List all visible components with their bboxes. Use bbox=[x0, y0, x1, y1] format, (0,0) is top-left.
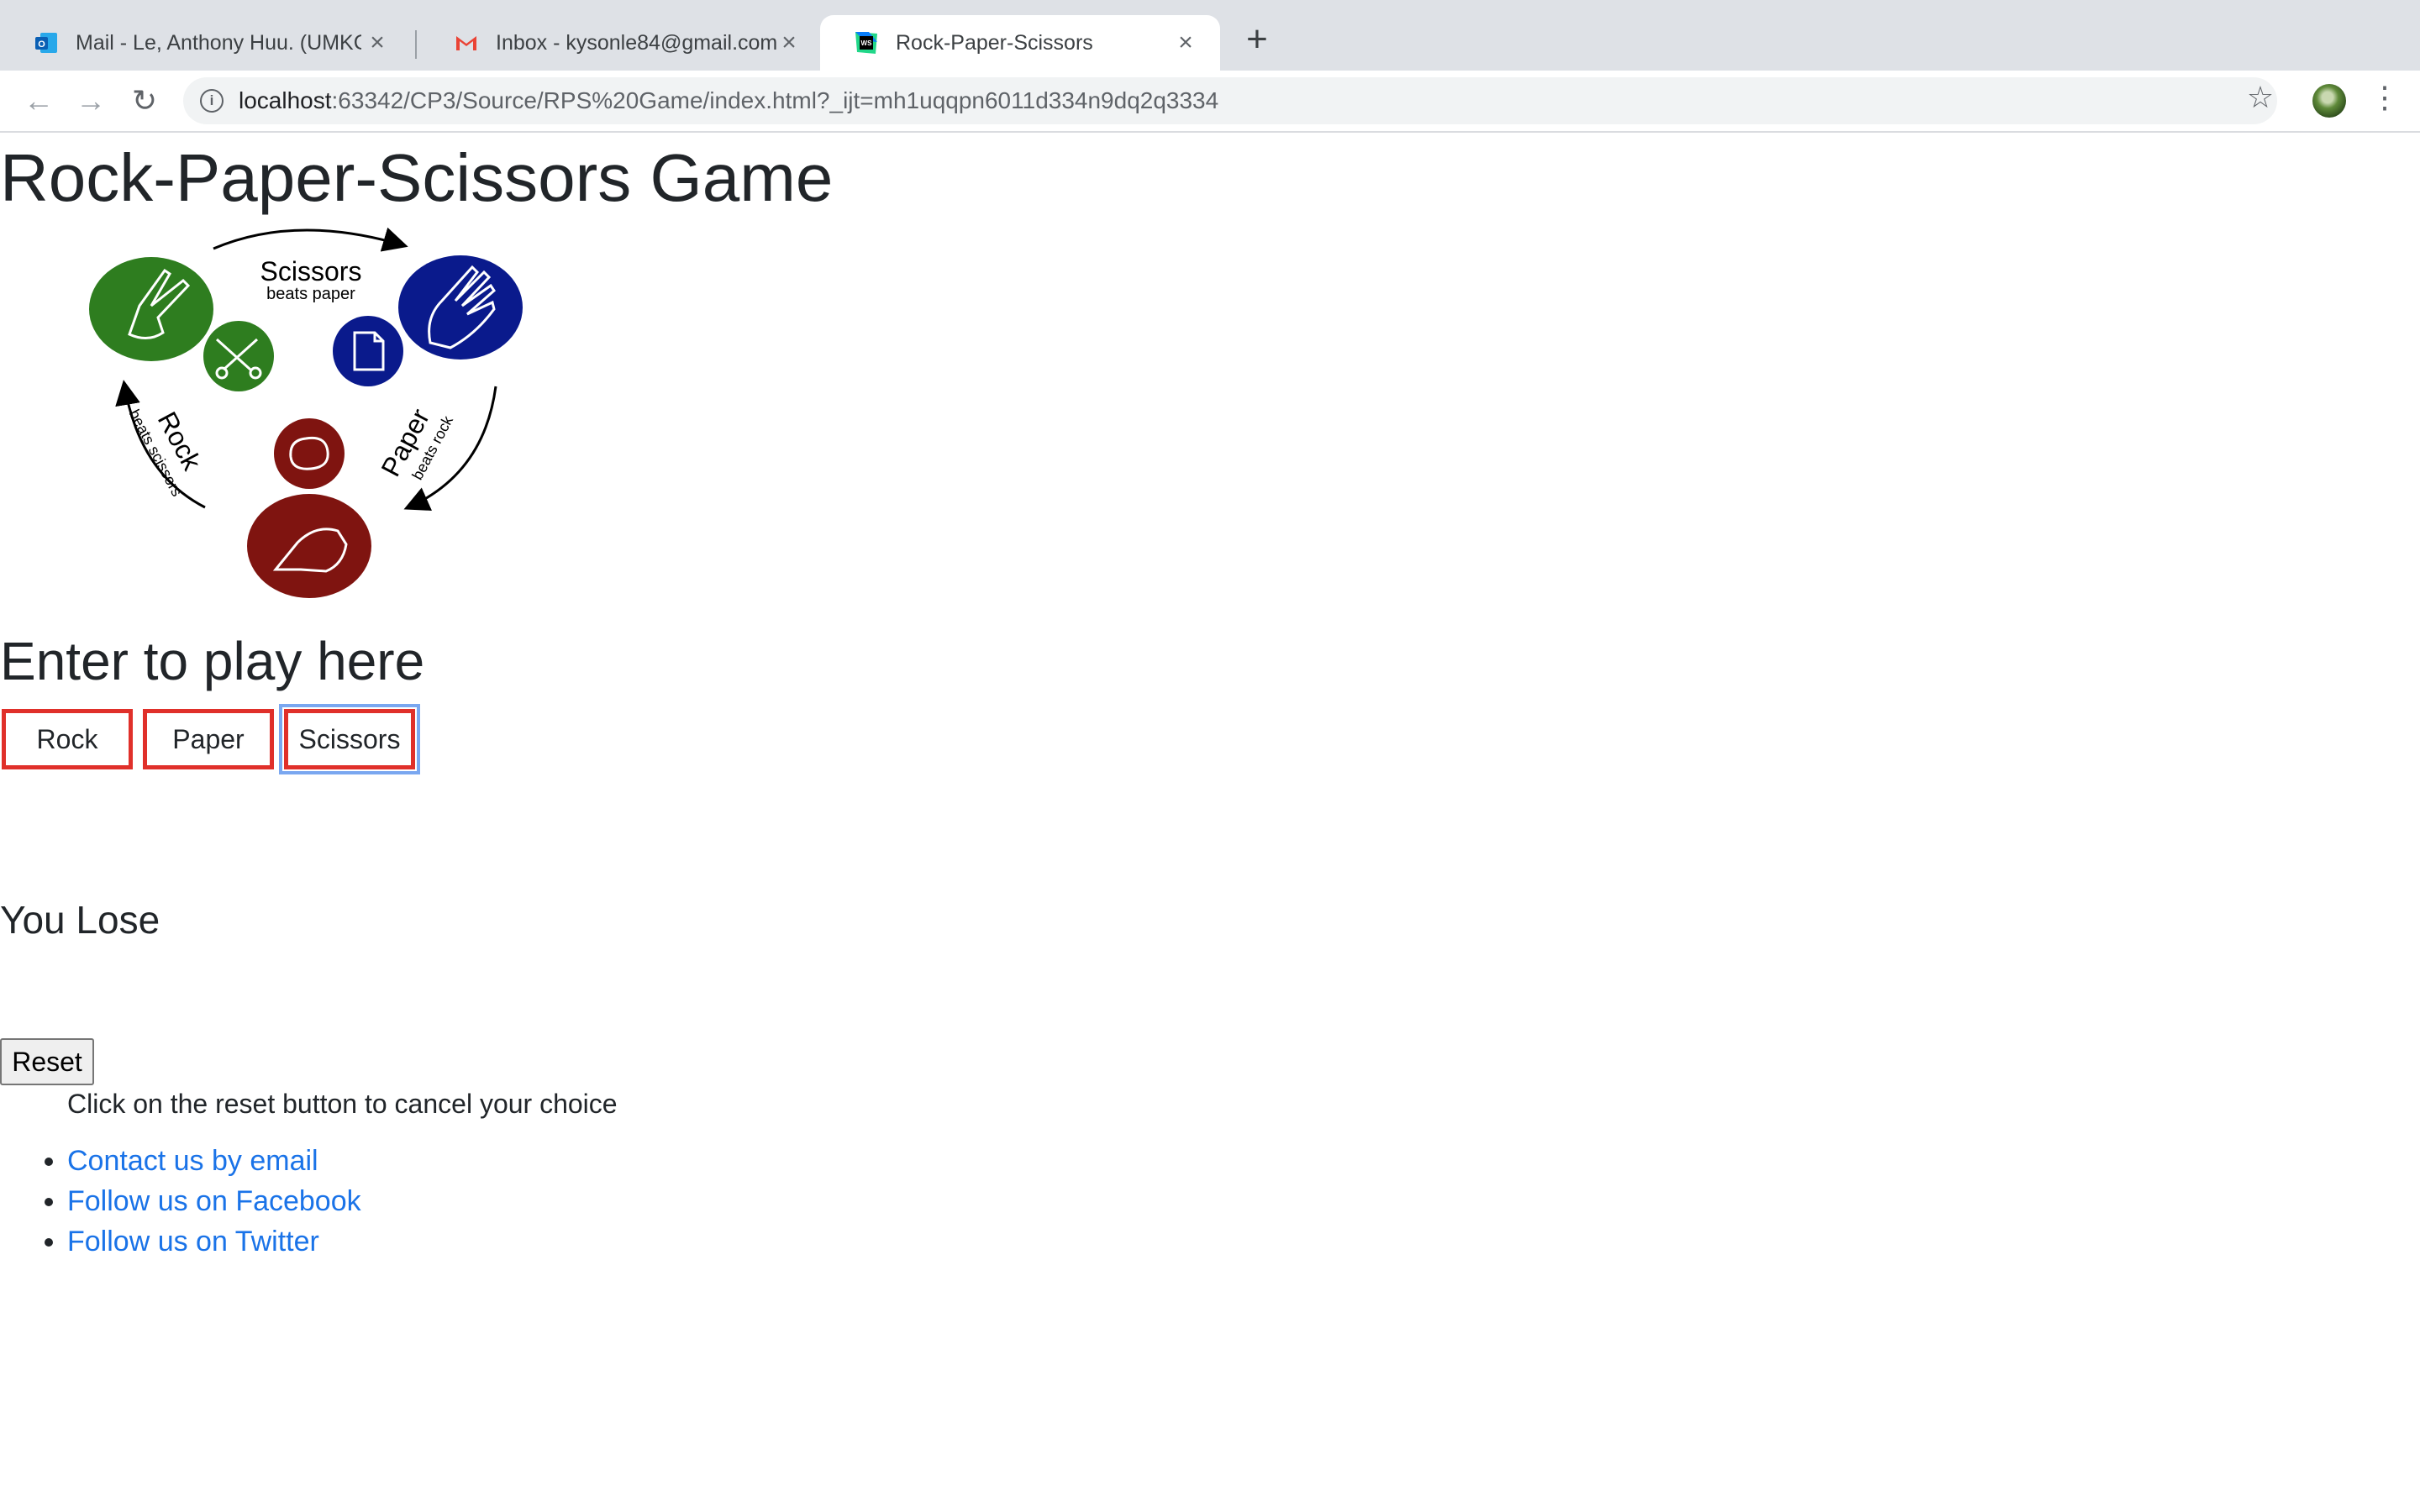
facebook-link[interactable]: Follow us on Facebook bbox=[67, 1185, 361, 1217]
rock-fist-icon bbox=[247, 494, 371, 598]
url-host: localhost bbox=[239, 87, 332, 113]
close-icon[interactable]: × bbox=[1171, 29, 1200, 57]
scissors-label: Scissors bbox=[260, 256, 362, 286]
reload-icon[interactable]: ↻ bbox=[126, 82, 163, 119]
browser-toolbar: ← → ↻ i localhost:63342/CP3/Source/RPS%2… bbox=[0, 71, 2420, 133]
gmail-icon bbox=[456, 36, 476, 50]
reset-hint: Click on the reset button to cancel your… bbox=[67, 1089, 618, 1119]
page-title: Rock-Paper-Scissors Game bbox=[0, 140, 834, 215]
tab-outlook-mail[interactable]: O Mail - Le, Anthony Huu. (UMKC × bbox=[0, 15, 412, 71]
list-item: Follow us on Facebook bbox=[67, 1181, 361, 1221]
paper-sheet-icon bbox=[333, 316, 403, 386]
footer-links: Contact us by email Follow us on Faceboo… bbox=[0, 1141, 361, 1262]
tab-title: Rock-Paper-Scissors bbox=[896, 30, 1093, 55]
play-heading: Enter to play here bbox=[0, 631, 425, 691]
tab-title: Mail - Le, Anthony Huu. (UMKC bbox=[76, 30, 361, 55]
bookmark-star-icon[interactable]: ☆ bbox=[2244, 81, 2277, 114]
paper-hand-icon bbox=[398, 255, 523, 360]
result-text: You Lose bbox=[0, 898, 160, 942]
url-path: :63342/CP3/Source/RPS%20Game/index.html?… bbox=[331, 87, 1219, 113]
scissors-sub-label: beats paper bbox=[266, 285, 355, 303]
list-item: Contact us by email bbox=[67, 1141, 361, 1181]
profile-avatar[interactable] bbox=[2312, 84, 2346, 118]
tab-strip: O Mail - Le, Anthony Huu. (UMKC × Inbox … bbox=[0, 0, 2420, 71]
reset-button[interactable]: Reset bbox=[0, 1038, 94, 1085]
new-tab-plus-icon[interactable]: + bbox=[1240, 21, 1274, 58]
more-menu-icon[interactable]: ⋮ bbox=[2370, 81, 2400, 114]
tab-title: Inbox - kysonle84@gmail.com bbox=[496, 30, 778, 55]
tab-rock-paper-scissors[interactable]: WS Rock-Paper-Scissors × bbox=[820, 15, 1220, 71]
page-content: Rock-Paper-Scissors Game Scissors beats … bbox=[0, 133, 2420, 1512]
site-info-icon[interactable]: i bbox=[200, 89, 224, 113]
scissors-button[interactable]: Scissors bbox=[279, 704, 420, 774]
close-icon[interactable]: × bbox=[363, 29, 392, 57]
contact-email-link[interactable]: Contact us by email bbox=[67, 1145, 318, 1177]
arrow-paper-to-rock bbox=[403, 386, 497, 511]
outlook-icon: O bbox=[35, 33, 57, 53]
twitter-link[interactable]: Follow us on Twitter bbox=[67, 1226, 319, 1257]
tab-separator bbox=[415, 30, 417, 59]
paper-button[interactable]: Paper bbox=[143, 709, 274, 769]
back-arrow-icon[interactable]: ← bbox=[20, 82, 57, 119]
close-icon[interactable]: × bbox=[775, 29, 803, 57]
arrow-scissors-to-paper bbox=[213, 227, 408, 252]
rps-rules-diagram: Scissors beats paper Rock beats scissors… bbox=[89, 227, 523, 598]
scissors-hand-icon bbox=[89, 257, 213, 361]
forward-arrow-icon[interactable]: → bbox=[72, 82, 109, 119]
svg-text:O: O bbox=[38, 39, 45, 50]
rock-button[interactable]: Rock bbox=[2, 709, 133, 769]
webstorm-icon: WS bbox=[855, 32, 877, 54]
url-text[interactable]: localhost:63342/CP3/Source/RPS%20Game/in… bbox=[239, 87, 1218, 114]
address-bar[interactable]: i localhost:63342/CP3/Source/RPS%20Game/… bbox=[183, 77, 2277, 124]
tab-gmail-inbox[interactable]: Inbox - kysonle84@gmail.com × bbox=[420, 15, 823, 71]
rock-stone-icon bbox=[274, 418, 345, 489]
svg-text:WS: WS bbox=[861, 39, 873, 47]
list-item: Follow us on Twitter bbox=[67, 1221, 361, 1262]
